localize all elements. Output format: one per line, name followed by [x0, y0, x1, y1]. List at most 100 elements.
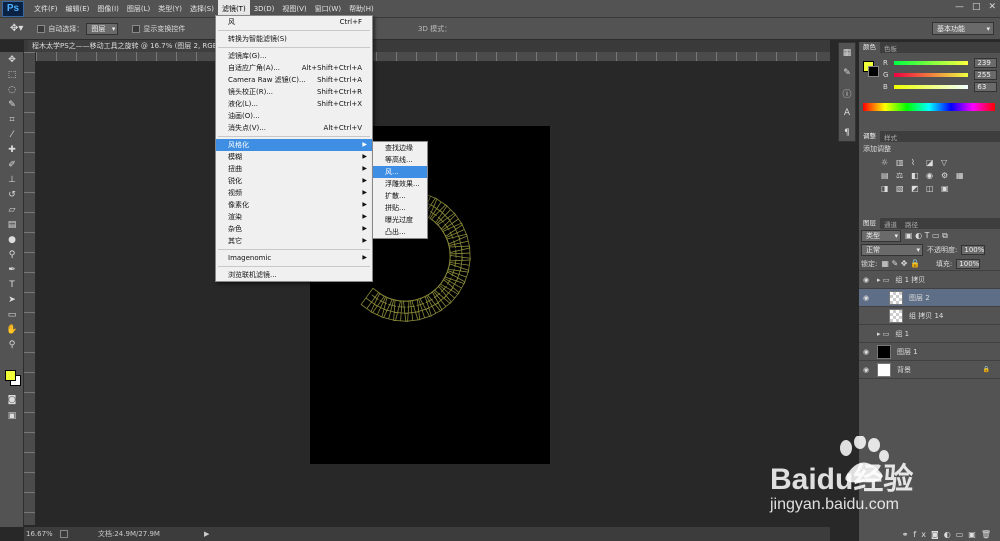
history-brush-tool-icon[interactable]: ↺ — [2, 187, 22, 202]
paragraph-icon[interactable]: ¶ — [839, 123, 855, 143]
pen-tool-icon[interactable]: ✒ — [2, 262, 22, 277]
menu-option[interactable]: 视频 ▶ — [216, 187, 372, 199]
menu-option[interactable]: 其它 ▶ — [216, 235, 372, 247]
properties-icon[interactable]: ✎ — [839, 63, 855, 83]
fx-icon[interactable]: fx — [913, 530, 931, 539]
layer-row[interactable]: ◉ 图层 1 — [859, 343, 1000, 361]
status-export-icon[interactable] — [60, 530, 68, 538]
screen-mode-icon[interactable]: ▣ — [2, 408, 22, 423]
menu-option[interactable]: 液化(L)... Shift+Ctrl+X — [216, 98, 372, 110]
history-icon[interactable]: ▦ — [839, 43, 855, 63]
menu-option[interactable]: 镜头校正(R)... Shift+Ctrl+R — [216, 86, 372, 98]
show-transform-option[interactable]: 显示变换控件 — [132, 24, 185, 34]
quick-mask-icon[interactable]: ◙ — [2, 392, 22, 407]
blue-slider[interactable] — [894, 85, 969, 89]
new-group-icon[interactable]: ▭ — [956, 530, 969, 539]
levels-icon[interactable]: ▥ — [896, 158, 907, 167]
blend-mode-dropdown[interactable]: 正常 — [861, 244, 923, 256]
color-spectrum[interactable] — [863, 103, 995, 111]
lock-icons[interactable]: ▦ ✎ ✥ 🔒 — [881, 259, 920, 268]
delete-icon[interactable]: 🗑 — [981, 530, 996, 539]
layer-kind-dropdown[interactable]: 类型 — [861, 230, 901, 242]
gradient-map-icon[interactable]: ▣ — [941, 184, 952, 193]
info-icon[interactable]: ⓘ — [839, 83, 855, 103]
link-icon[interactable]: ⚭ — [902, 530, 914, 539]
close-icon[interactable]: ✕ — [988, 2, 996, 12]
menu-option[interactable]: 锐化 ▶ — [216, 175, 372, 187]
menu-option[interactable]: 像素化 ▶ — [216, 199, 372, 211]
menu-item[interactable]: 图像(I) — [93, 0, 123, 18]
tab-adjustments[interactable]: 调整 — [859, 131, 880, 142]
clone-stamp-tool-icon[interactable]: ⊥ — [2, 172, 22, 187]
tab-color[interactable]: 颜色 — [859, 42, 880, 53]
eraser-tool-icon[interactable]: ▱ — [2, 202, 22, 217]
posterize-icon[interactable]: ▧ — [896, 184, 907, 193]
menu-option[interactable]: 风格化 ▶ — [216, 139, 372, 151]
menu-option[interactable]: 滤镜库(G)... — [216, 50, 372, 62]
threshold-icon[interactable]: ◩ — [911, 184, 922, 193]
menu-item[interactable]: 类型(Y) — [154, 0, 186, 18]
green-slider[interactable] — [894, 73, 969, 77]
tab-layers[interactable]: 图层 — [859, 218, 880, 229]
green-value[interactable]: 255 — [974, 70, 997, 80]
exposure-icon[interactable]: ◪ — [926, 158, 937, 167]
gradient-tool-icon[interactable]: ▤ — [2, 217, 22, 232]
tab-swatches[interactable]: 色板 — [880, 43, 901, 53]
minimize-icon[interactable]: — — [955, 2, 964, 12]
menu-option[interactable]: 模糊 ▶ — [216, 151, 372, 163]
move-tool-icon[interactable]: ✥ — [2, 52, 22, 67]
tab-channels[interactable]: 通道 — [880, 219, 901, 229]
shape-tool-icon[interactable]: ▭ — [2, 307, 22, 322]
eyedropper-tool-icon[interactable]: ⁄ — [2, 127, 22, 142]
menu-item[interactable]: 图层(L) — [123, 0, 154, 18]
menu-option[interactable]: 渲染 ▶ — [216, 211, 372, 223]
path-select-tool-icon[interactable]: ➤ — [2, 292, 22, 307]
menu-option[interactable]: 查找边缘 — [373, 142, 427, 154]
type-tool-icon[interactable]: T — [2, 277, 22, 292]
menu-option[interactable]: Imagenomic ▶ — [216, 252, 372, 264]
brush-tool-icon[interactable]: ✐ — [2, 157, 22, 172]
layer-row[interactable]: 组 拷贝 14 — [859, 307, 1000, 325]
workspace-dropdown[interactable]: 基本功能 — [932, 22, 994, 35]
crop-tool-icon[interactable]: ⌗ — [2, 112, 22, 127]
menu-option[interactable]: 浏览联机滤镜... — [216, 269, 372, 281]
channel-mixer-icon[interactable]: ⚙ — [941, 171, 952, 180]
status-arrow-icon[interactable]: ▶ — [204, 530, 209, 538]
mask-icon[interactable]: ◙ — [931, 530, 944, 539]
healing-brush-tool-icon[interactable]: ✚ — [2, 142, 22, 157]
folder-icon[interactable]: ▸ ▭ — [877, 276, 889, 284]
menu-option[interactable]: 油画(O)... — [216, 110, 372, 122]
menu-item[interactable]: 文件(F) — [30, 0, 62, 18]
red-value[interactable]: 239 — [974, 58, 997, 68]
menu-option[interactable]: Camera Raw 滤镜(C)... Shift+Ctrl+A — [216, 74, 372, 86]
menu-option[interactable]: 杂色 ▶ — [216, 223, 372, 235]
vibrance-icon[interactable]: ▽ — [941, 158, 952, 167]
hue-saturation-icon[interactable]: ▤ — [881, 171, 892, 180]
menu-option[interactable]: 风 Ctrl+F — [216, 16, 372, 28]
visibility-eye-icon[interactable]: ◉ — [859, 366, 873, 374]
hand-tool-icon[interactable]: ✋ — [2, 322, 22, 337]
menu-option[interactable]: 转换为智能滤镜(S) — [216, 33, 372, 45]
auto-select-checkbox[interactable] — [37, 24, 46, 33]
black-white-icon[interactable]: ◧ — [911, 171, 922, 180]
visibility-eye-icon[interactable]: ◉ — [859, 348, 873, 356]
color-bg-swatch[interactable] — [868, 66, 879, 77]
quick-select-tool-icon[interactable]: ✎ — [2, 97, 22, 112]
tab-paths[interactable]: 路径 — [901, 219, 922, 229]
color-balance-icon[interactable]: ⚖ — [896, 171, 907, 180]
menu-option[interactable]: 自适应广角(A)... Alt+Shift+Ctrl+A — [216, 62, 372, 74]
filter-icons[interactable]: ▣ ◐ T ▭ ⧉ — [905, 231, 948, 241]
layer-row[interactable]: ◉ ▸ ▭ 组 1 拷贝 — [859, 271, 1000, 289]
menu-option[interactable]: 拼贴... — [373, 202, 427, 214]
color-lookup-icon[interactable]: ▦ — [956, 171, 967, 180]
character-icon[interactable]: A — [839, 103, 855, 123]
fill-value[interactable]: 100% — [956, 258, 981, 269]
new-layer-icon[interactable]: ▣ — [968, 530, 981, 539]
move-tool-icon[interactable]: ✥▾ — [10, 23, 23, 34]
selective-color-icon[interactable]: ◫ — [926, 184, 937, 193]
lasso-tool-icon[interactable]: ◌ — [2, 82, 22, 97]
blue-value[interactable]: 63 — [974, 82, 997, 92]
visibility-eye-icon[interactable]: ◉ — [859, 294, 873, 302]
adjustment-layer-icon[interactable]: ◐ — [944, 530, 956, 539]
blur-tool-icon[interactable]: ● — [2, 232, 22, 247]
